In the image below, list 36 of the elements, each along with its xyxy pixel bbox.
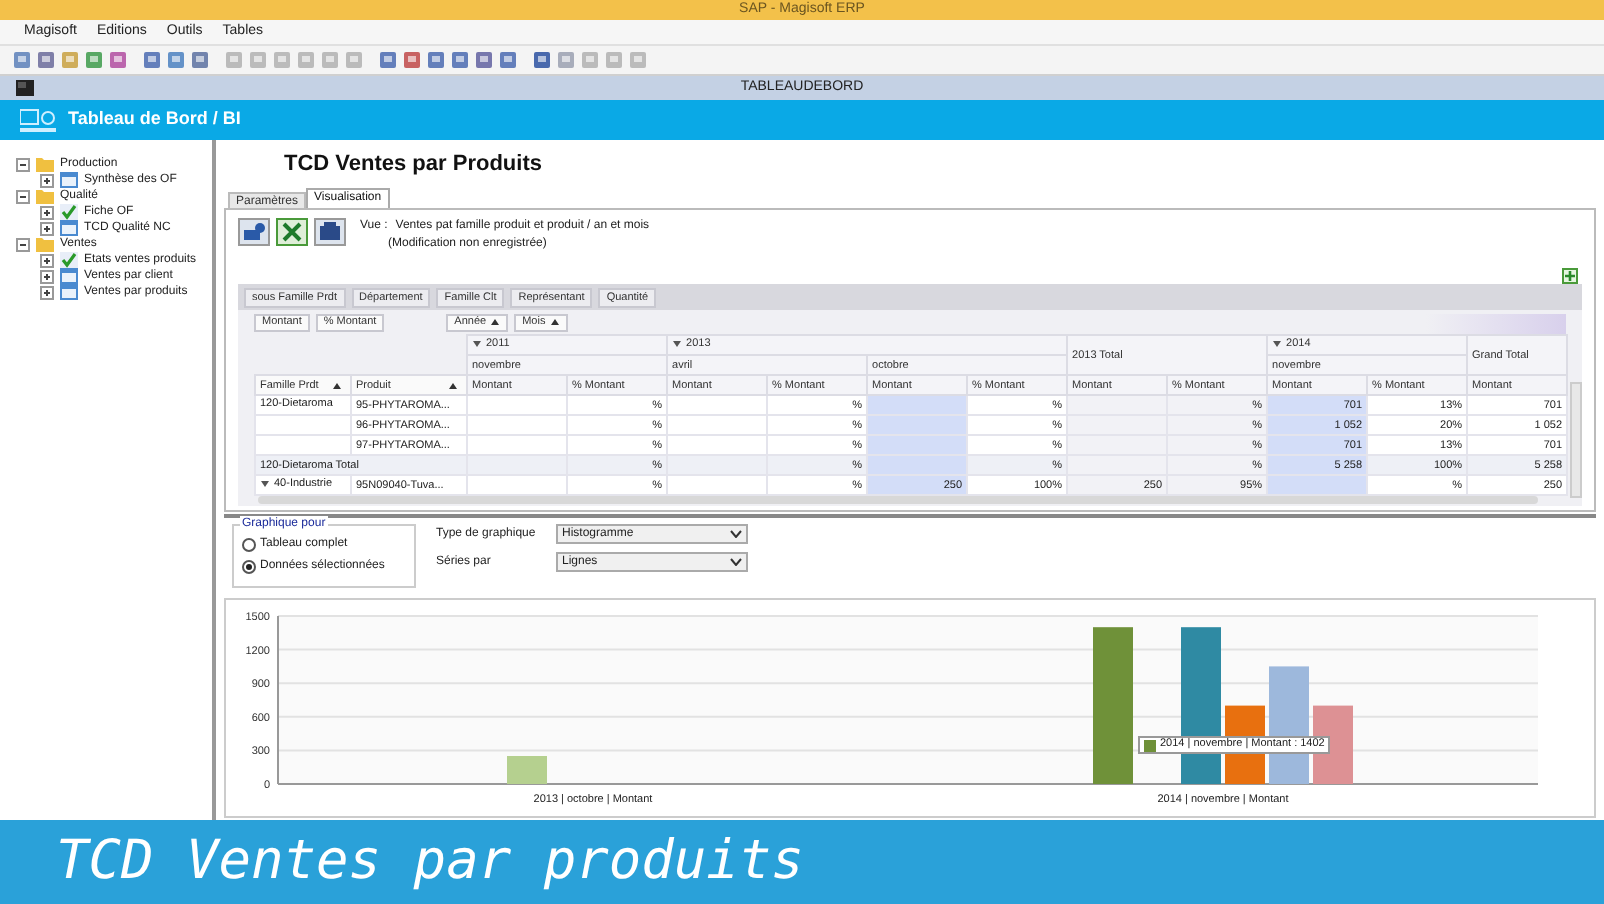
collapse-icon[interactable] — [16, 189, 30, 203]
expand-icon[interactable] — [40, 205, 54, 219]
radio-button[interactable] — [242, 560, 256, 574]
expand-icon[interactable] — [40, 285, 54, 299]
collapse-icon[interactable] — [16, 237, 30, 251]
expanded-caret-icon[interactable] — [672, 340, 683, 348]
sort-ascending-icon[interactable] — [490, 318, 501, 326]
expand-icon[interactable] — [40, 269, 54, 283]
expanded-caret-icon[interactable] — [472, 340, 482, 348]
chevron-down-icon — [730, 558, 742, 566]
legend-swatch — [1144, 739, 1156, 751]
sort-ascending-icon[interactable] — [549, 318, 560, 326]
report-icon — [60, 220, 78, 236]
radio-button[interactable] — [242, 538, 256, 552]
module-title: Tableau de Bord / BI — [68, 106, 241, 133]
sort-ascending-icon[interactable] — [332, 381, 342, 389]
report-icon — [60, 172, 78, 188]
page-title: TCD Ventes par Produits — [284, 149, 542, 180]
sort-ascending-icon[interactable] — [448, 381, 458, 389]
dashboard-icon — [20, 108, 56, 132]
check-icon — [60, 252, 78, 268]
vertical-scrollbar[interactable] — [1570, 382, 1582, 498]
expand-icon[interactable] — [40, 221, 54, 235]
expanded-caret-icon[interactable] — [1272, 340, 1283, 348]
caption-text: TCD Ventes par produits — [56, 827, 804, 896]
expanded-caret-icon[interactable] — [260, 480, 270, 488]
folder-icon — [36, 236, 54, 252]
add-icon[interactable] — [1562, 268, 1578, 284]
expand-icon[interactable] — [40, 173, 54, 187]
horizontal-scrollbar[interactable] — [258, 496, 1538, 504]
window-icon — [16, 80, 34, 96]
chevron-down-icon — [730, 530, 742, 538]
collapse-icon[interactable] — [16, 157, 30, 171]
expand-icon[interactable] — [40, 253, 54, 267]
excel-icon[interactable] — [276, 218, 308, 246]
check-icon — [60, 204, 78, 220]
